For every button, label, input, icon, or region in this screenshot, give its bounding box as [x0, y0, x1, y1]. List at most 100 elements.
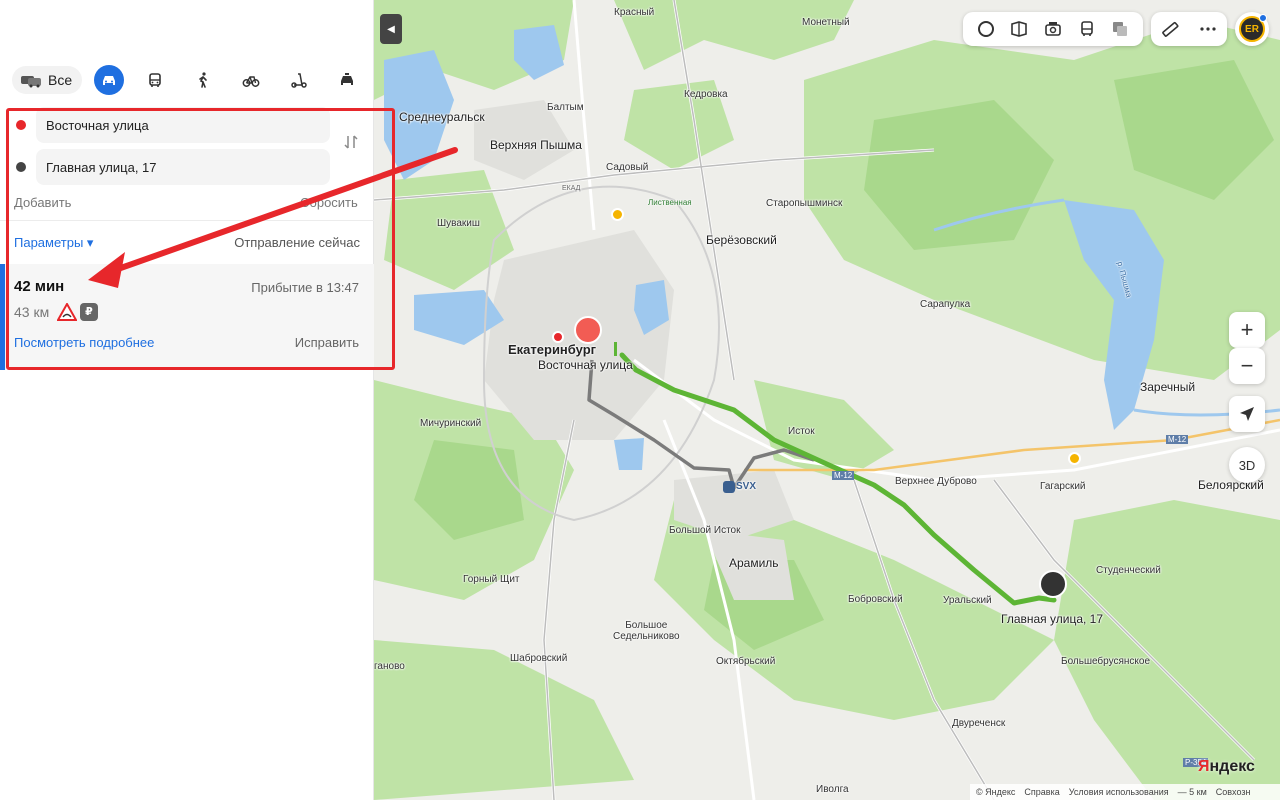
notification-dot-icon	[1259, 14, 1267, 22]
map-label-baltym: Балтым	[547, 102, 584, 113]
route-details-link[interactable]: Посмотреть подробнее	[14, 335, 154, 350]
departure-time-button[interactable]: Отправление сейчас	[234, 235, 360, 250]
photo-icon[interactable]	[1042, 18, 1064, 40]
route-panel: Все Восточная улица Главная улица, 17 До…	[0, 0, 374, 800]
bicycle-icon	[242, 76, 260, 87]
map-base	[374, 0, 1280, 800]
route-duration: 42 мин	[14, 278, 65, 295]
swap-icon	[344, 135, 358, 149]
map-toolbar	[963, 12, 1143, 46]
poi-pin-icon[interactable]	[611, 208, 624, 221]
car-icon	[103, 76, 115, 85]
footer-copyright: © Яндекс	[976, 787, 1016, 797]
map-label-uralsky: Уральский	[943, 595, 992, 606]
route-arrival: Прибытие в 13:47	[251, 280, 359, 295]
map-label-gorny: Горный Щит	[463, 574, 520, 585]
app-root: Все Восточная улица Главная улица, 17 До…	[0, 0, 1280, 800]
walk-icon	[199, 72, 207, 88]
ekad-label: ЕКАД	[562, 185, 581, 192]
mode-scooter-button[interactable]	[284, 65, 314, 95]
add-point-link[interactable]: Добавить	[14, 195, 71, 210]
destination-input[interactable]: Главная улица, 17	[36, 149, 330, 185]
map-label-aramil: Арамиль	[729, 556, 779, 570]
map-label-zarechny: Заречный	[1140, 380, 1196, 394]
divider	[0, 220, 374, 221]
mode-car-button[interactable]	[94, 65, 124, 95]
map-footer: © Яндекс Справка Условия использования —…	[970, 784, 1280, 800]
location-arrow-icon	[1240, 407, 1254, 421]
map-label-istok: Исток	[788, 426, 815, 437]
map-label-bolshebrusyanskoe: Большебрусянское	[1061, 656, 1151, 667]
hospital-pin-icon[interactable]	[574, 316, 602, 344]
toll-road-icon: ₽	[80, 303, 98, 321]
origin-pin-icon[interactable]	[552, 331, 564, 343]
footer-help-link[interactable]: Справка	[1024, 787, 1059, 797]
map-label-bistok: Большой Исток	[669, 525, 741, 536]
bus-icon	[149, 73, 161, 87]
route-start-flag-icon	[614, 342, 624, 356]
map-label-shuvakish: Шувакиш	[437, 218, 480, 229]
zoom-in-button[interactable]: +	[1229, 312, 1265, 348]
route-distance: 43 км	[14, 304, 50, 320]
map-toolbar-secondary	[1151, 12, 1227, 46]
map-label-aganovo: ганово	[374, 661, 405, 672]
map-label-bobrovsky: Бобровский	[848, 594, 903, 605]
car-bus-icon	[21, 76, 41, 88]
3d-view-button[interactable]: 3D	[1229, 447, 1265, 483]
map-label-ivolga: Иволга	[816, 784, 849, 795]
swap-points-button[interactable]	[341, 134, 361, 155]
layers-icon[interactable]	[975, 18, 997, 40]
map-label-bsedelnikovo: Большое Седельниково	[613, 620, 680, 642]
footer-terms-link[interactable]: Условия использования	[1069, 787, 1169, 797]
map-label-origin: Восточная улица	[538, 358, 633, 372]
poi-pin-icon-2[interactable]	[1068, 452, 1081, 465]
map-label-sadovy: Садовый	[606, 162, 649, 173]
map-label-listvennaya: Лиственная	[648, 198, 692, 207]
map-label-kedrovka: Кедровка	[684, 89, 728, 100]
route-selected-indicator	[0, 264, 5, 370]
map-label-sarapulka: Сарапулка	[920, 299, 971, 310]
map-label-shabrovsky: Шабровский	[510, 653, 568, 664]
my-location-button[interactable]	[1229, 396, 1265, 432]
transit-icon[interactable]	[1076, 18, 1098, 40]
map-label-staropyshminsk: Старопышминск	[766, 198, 843, 209]
origin-value: Восточная улица	[46, 117, 149, 133]
layers-stack-icon[interactable]	[1109, 18, 1131, 40]
destination-dot-icon	[16, 162, 26, 172]
mode-bus-button[interactable]	[140, 65, 170, 95]
route-option-card[interactable]: 42 мин Прибытие в 13:47 43 км ₽ Посмотре…	[0, 264, 374, 370]
user-avatar[interactable]: ER	[1235, 12, 1269, 46]
zoom-out-button[interactable]: −	[1229, 348, 1265, 384]
mode-walk-button[interactable]	[188, 65, 218, 95]
map-label-sredneuralsk: Среднеуральск	[399, 110, 485, 124]
destination-value: Главная улица, 17	[46, 159, 157, 175]
collapse-panel-button[interactable]: ◀	[380, 14, 402, 44]
map-label-monetny: Монетный	[802, 17, 850, 28]
more-icon[interactable]	[1197, 18, 1219, 40]
ruler-icon[interactable]	[1159, 18, 1181, 40]
origin-input[interactable]: Восточная улица	[36, 107, 330, 143]
map-label-ekaterinburg: Екатеринбург	[508, 342, 597, 357]
scooter-icon	[291, 73, 307, 88]
mode-taxi-button[interactable]	[332, 65, 362, 95]
mode-all-label: Все	[48, 72, 73, 88]
brand-rest: ндекс	[1209, 758, 1255, 775]
map-label-michurinsky: Мичуринский	[420, 418, 482, 429]
map-label-berezovsky: Берёзовский	[706, 233, 777, 247]
map-label-destination: Главная улица, 17	[1001, 612, 1104, 626]
panorama-icon[interactable]	[1008, 18, 1030, 40]
map-label-oktyabrsky: Октябрьский	[716, 656, 776, 667]
reset-route-link[interactable]: Сбросить	[300, 195, 358, 210]
mode-all-button[interactable]: Все	[12, 66, 83, 94]
map-label-vpyshma: Верхняя Пышма	[490, 138, 582, 152]
map-canvas[interactable]: Красный Монетный Среднеуральск Балтым Ке…	[374, 0, 1280, 800]
mode-bicycle-button[interactable]	[236, 65, 266, 95]
footer-scale: — 5 км	[1177, 787, 1207, 797]
route-fix-link[interactable]: Исправить	[295, 335, 359, 350]
transport-mode-bar: Все	[12, 64, 361, 96]
destination-pin-icon[interactable]	[1039, 570, 1067, 598]
map-label-krasny: Красный	[614, 7, 655, 18]
route-params-dropdown[interactable]: Параметры ▾	[14, 235, 93, 251]
m12-badge-1: М-12	[832, 471, 855, 480]
taxi-icon	[341, 73, 353, 85]
